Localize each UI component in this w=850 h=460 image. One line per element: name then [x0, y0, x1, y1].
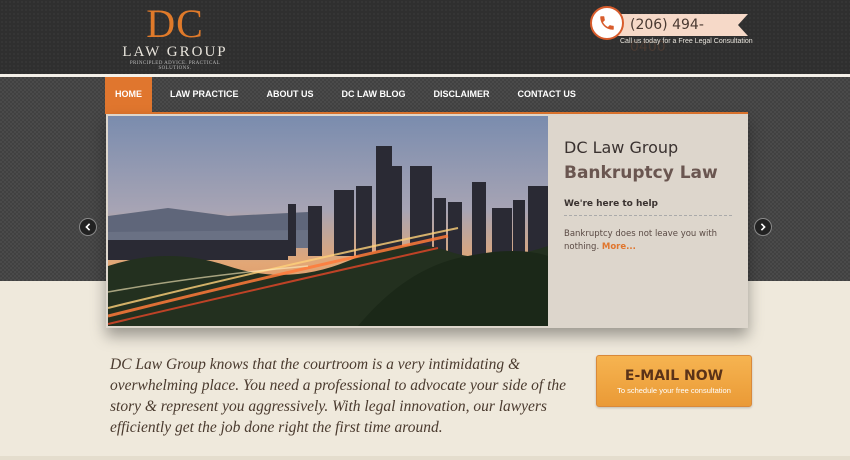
slide-caption-panel: DC Law Group Bankruptcy Law We're here t… [564, 114, 744, 254]
more-link[interactable]: More... [602, 242, 636, 252]
footer-divider [0, 456, 850, 460]
slider-prev-button[interactable] [79, 218, 97, 236]
logo-name: LAW GROUP [122, 44, 228, 60]
nav-about-us[interactable]: ABOUT US [257, 77, 324, 112]
slide-subtitle: Bankruptcy Law [564, 163, 718, 183]
slide-text: Bankruptcy does not leave you with nothi… [564, 228, 724, 254]
email-now-sublabel: To schedule your free consultation [617, 386, 731, 395]
nav-disclaimer[interactable]: DISCLAIMER [424, 77, 500, 112]
phone-caption: Call us today for a Free Legal Consultat… [620, 38, 753, 45]
slide-title: DC Law Group [564, 138, 679, 157]
logo[interactable]: DC LAW GROUP PRINCIPLED ADVICE. PRACTICA… [120, 1, 230, 72]
logo-mark: DC [146, 1, 204, 46]
city-skyline-image [108, 116, 548, 326]
intro-text: DC Law Group knows that the courtroom is… [110, 356, 567, 436]
slide-text-body: Bankruptcy does not leave you with nothi… [564, 229, 718, 252]
logo-tagline: PRINCIPLED ADVICE. PRACTICAL SOLUTIONS. [129, 61, 221, 71]
phone-icon [590, 6, 624, 40]
nav-contact-us[interactable]: CONTACT US [508, 77, 586, 112]
nav-home[interactable]: HOME [105, 77, 152, 112]
nav-dc-law-blog[interactable]: DC LAW BLOG [332, 77, 416, 112]
email-now-label: E-MAIL NOW [624, 368, 724, 384]
hero-slider: DC Law Group Bankruptcy Law We're here t… [106, 114, 748, 328]
slide-help-heading: We're here to help [564, 199, 732, 216]
nav-law-practice[interactable]: LAW PRACTICE [160, 77, 249, 112]
phone-number: (206) 494-0400 [612, 14, 748, 55]
chevron-right-icon [760, 223, 766, 231]
main-nav: HOME LAW PRACTICE ABOUT US DC LAW BLOG D… [105, 77, 594, 112]
slider-next-button[interactable] [754, 218, 772, 236]
email-now-button[interactable]: E-MAIL NOW To schedule your free consult… [596, 355, 752, 407]
chevron-left-icon [85, 223, 91, 231]
